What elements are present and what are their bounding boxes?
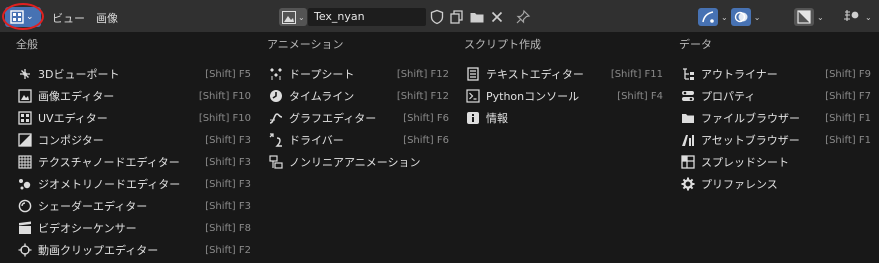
- folder-icon[interactable]: [469, 9, 485, 25]
- menu-item-drivers[interactable]: ドライバー [Shift] F6: [269, 130, 449, 150]
- menu-item-image-editor[interactable]: 画像エディター [Shift] F10: [18, 86, 251, 106]
- spreadsheet-icon: [681, 155, 695, 169]
- menu-view[interactable]: ビュー: [52, 10, 85, 26]
- menu-item-graph-editor[interactable]: グラフエディター [Shift] F6: [269, 108, 449, 128]
- sample-tool-icon[interactable]: [842, 9, 862, 25]
- chevron-down-icon: ⌄: [26, 12, 34, 22]
- color-alpha-icon: [797, 10, 811, 24]
- menu-item-geometry-node-editor[interactable]: ジオメトリノードエディター [Shift] F3: [18, 174, 251, 194]
- menu-item-shader-editor[interactable]: シェーダーエディター [Shift] F3: [18, 196, 251, 216]
- fake-user-shield-icon[interactable]: [429, 9, 445, 25]
- menu-item-file-browser[interactable]: ファイルブラウザー [Shift] F1: [681, 108, 871, 128]
- asset-browser-icon: [682, 135, 694, 146]
- geometry-node-icon: [19, 179, 31, 190]
- console-icon: [466, 89, 480, 103]
- menu-item-nonlinear-animation[interactable]: ノンリニアアニメーション: [269, 152, 449, 172]
- chevron-down-icon[interactable]: ⌄: [817, 13, 824, 22]
- texture-node-icon: [18, 155, 32, 169]
- menu-item-preferences[interactable]: プリファレンス: [681, 174, 871, 194]
- menu-item-properties[interactable]: プロパティ [Shift] F7: [681, 86, 871, 106]
- chevron-down-icon[interactable]: ⌄: [865, 13, 872, 22]
- info-icon: [467, 112, 479, 124]
- column-title: スクリプト作成: [464, 38, 541, 51]
- gizmo-toggle-button[interactable]: [698, 8, 718, 26]
- shader-editor-icon: [18, 199, 32, 213]
- menu-item-outliner[interactable]: アウトライナー [Shift] F9: [681, 64, 871, 84]
- menu-item-timeline[interactable]: タイムライン [Shift] F12: [269, 86, 449, 106]
- dopesheet-icon: [270, 68, 282, 80]
- menu-item-text-editor[interactable]: テキストエディター [Shift] F11: [466, 64, 663, 84]
- overlay-icon: [734, 11, 748, 23]
- chevron-down-icon[interactable]: ⌄: [721, 13, 728, 22]
- movie-clip-icon: [18, 243, 32, 257]
- chevron-down-icon[interactable]: ⌄: [754, 13, 761, 22]
- editor-type-button[interactable]: ⌄: [5, 7, 41, 27]
- menu-item-info[interactable]: 情報: [466, 108, 663, 128]
- close-icon[interactable]: [489, 9, 505, 25]
- text-editor-icon: [467, 67, 479, 81]
- sample-tool-group: ⌄: [842, 8, 875, 26]
- chevron-down-icon: ⌄: [298, 12, 305, 22]
- column-title: 全般: [16, 38, 38, 51]
- column-title: アニメーション: [267, 38, 344, 51]
- uv-editor-icon: [10, 10, 24, 24]
- menu-item-3d-viewport[interactable]: 3Dビューポート [Shift] F5: [18, 64, 251, 84]
- menu-image[interactable]: 画像: [96, 10, 118, 26]
- menu-item-asset-browser[interactable]: アセットブラウザー [Shift] F1: [681, 130, 871, 150]
- menu-item-video-sequencer[interactable]: ビデオシーケンサー [Shift] F8: [18, 218, 251, 238]
- pin-icon[interactable]: [515, 9, 531, 25]
- nla-icon: [269, 155, 283, 169]
- menu-item-python-console[interactable]: Pythonコンソール [Shift] F4: [466, 86, 663, 106]
- menu-item-uv-editor[interactable]: UVエディター [Shift] F10: [18, 108, 251, 128]
- outliner-icon: [683, 68, 694, 80]
- duplicate-icon[interactable]: [449, 9, 465, 25]
- graph-editor-icon: [269, 113, 283, 124]
- image-browse-button[interactable]: ⌄: [279, 8, 307, 26]
- gizmo-icon: [702, 11, 714, 23]
- menu-item-texture-node-editor[interactable]: テクスチャノードエディター [Shift] F3: [18, 152, 251, 172]
- editor-type-menu: 全般 3Dビューポート [Shift] F5 画像エディター [Shift] F…: [1, 32, 878, 263]
- gizmo-toggle-group: ⌄ ⌄: [698, 8, 763, 26]
- compositor-icon: [18, 133, 32, 147]
- image-name-field[interactable]: Tex_nyan: [308, 8, 426, 26]
- menu-item-compositor[interactable]: コンポジター [Shift] F3: [18, 130, 251, 150]
- overlay-toggle-button[interactable]: [730, 8, 751, 26]
- menu-item-spreadsheet[interactable]: スプレッドシート: [681, 152, 871, 172]
- image-icon: [282, 10, 296, 24]
- column-title: データ: [679, 38, 712, 51]
- image-editor-icon: [18, 89, 32, 103]
- properties-icon: [682, 91, 694, 101]
- display-channels-button[interactable]: [794, 8, 814, 26]
- drivers-icon: [269, 133, 282, 147]
- uv-editor-icon: [18, 111, 32, 125]
- preferences-icon: [681, 177, 695, 191]
- menu-item-dope-sheet[interactable]: ドープシート [Shift] F12: [269, 64, 449, 84]
- file-browser-icon: [682, 114, 694, 123]
- video-sequencer-icon: [19, 221, 31, 234]
- timeline-icon: [270, 90, 282, 102]
- display-channels-group: ⌄: [794, 8, 827, 26]
- editor-header: ⌄ ビュー 画像 ⌄ Tex_nyan ⌄ ⌄ ⌄ ⌄: [0, 0, 879, 32]
- menu-item-movie-clip-editor[interactable]: 動画クリップエディター [Shift] F2: [18, 240, 251, 260]
- viewport-3d-icon: [20, 69, 30, 79]
